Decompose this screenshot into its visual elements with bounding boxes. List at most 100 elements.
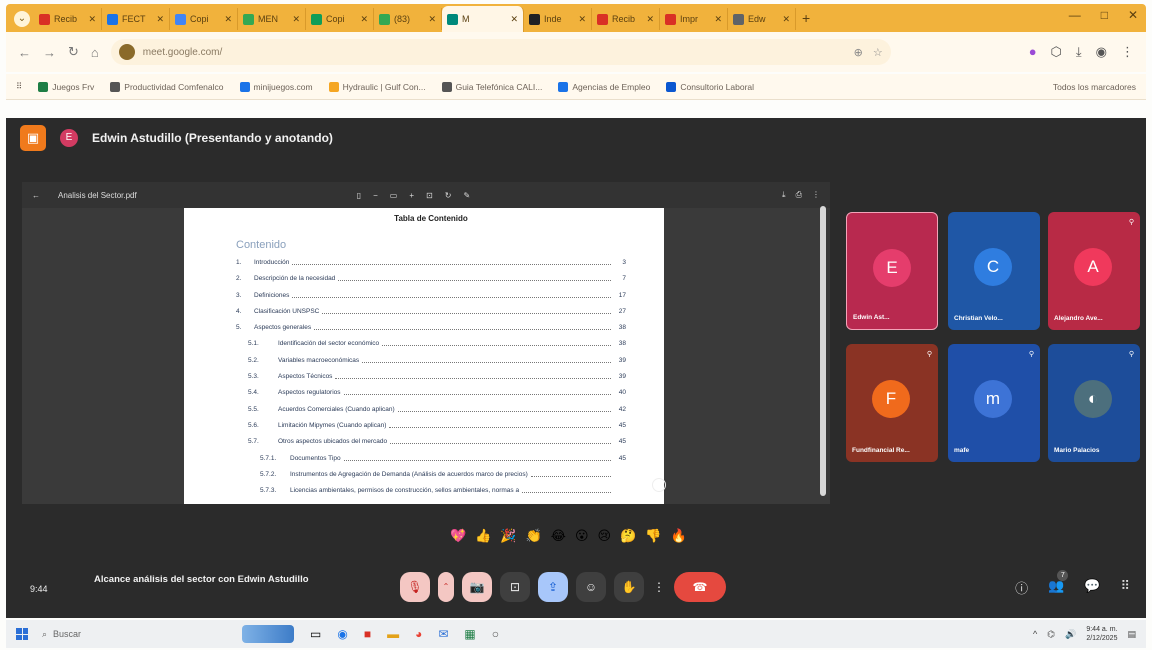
reaction-emoji[interactable]: 😂 — [551, 528, 566, 544]
bookmark-item[interactable]: Guia Telefónica CALI... — [441, 81, 542, 92]
browser-tab[interactable]: Impr ✕ — [660, 8, 728, 30]
outlook-icon[interactable]: ✉ — [438, 627, 448, 641]
reaction-emoji[interactable]: 👎 — [645, 528, 661, 544]
tab-close-icon[interactable]: ✕ — [646, 14, 654, 25]
home-icon[interactable]: ⌂ — [91, 45, 99, 60]
pdf-scrollbar[interactable] — [820, 206, 826, 496]
presentation-icon[interactable]: ▣ — [20, 125, 46, 151]
file-explorer-icon[interactable]: ▬ — [387, 627, 399, 641]
pdf-page-icon[interactable]: ▯ — [357, 191, 361, 200]
participant-tile[interactable]: ⚲ ◐ Mario Palacios — [1048, 344, 1140, 462]
bookmark-item[interactable]: Consultorio Laboral — [666, 81, 754, 92]
tab-close-icon[interactable]: ✕ — [578, 14, 586, 25]
reaction-emoji[interactable]: 🎉 — [500, 528, 516, 544]
zoom-in-icon[interactable]: + — [409, 191, 414, 200]
close-icon[interactable]: ✕ — [1128, 8, 1138, 22]
minimize-icon[interactable]: — — [1069, 8, 1081, 22]
reaction-emoji[interactable]: 💖 — [450, 528, 466, 544]
menu-icon[interactable]: ⋮ — [1121, 44, 1134, 60]
reload-icon[interactable]: ↻ — [68, 44, 79, 60]
reaction-emoji[interactable]: 👏 — [526, 528, 542, 544]
chrome-icon[interactable]: ◕ — [415, 627, 422, 641]
bookmark-item[interactable]: minijuegos.com — [239, 81, 313, 92]
new-tab-button[interactable]: + — [802, 10, 810, 26]
reaction-emoji[interactable]: 😮 — [575, 528, 589, 544]
bookmark-star-icon[interactable]: ☆ — [873, 46, 883, 59]
windows-start-icon[interactable] — [16, 628, 28, 640]
reaction-emoji[interactable]: 🔥 — [670, 528, 686, 544]
edge-icon[interactable]: ◉ — [337, 627, 347, 641]
url-text[interactable]: meet.google.com/ — [143, 47, 223, 58]
download-icon[interactable]: ⤓ — [1076, 44, 1082, 60]
tab-close-icon[interactable]: ✕ — [88, 14, 96, 25]
browser-tab[interactable]: Copi ✕ — [170, 8, 238, 30]
browser-tab[interactable]: MEN ✕ — [238, 8, 306, 30]
extensions-icon[interactable]: ⬡ — [1051, 44, 1062, 60]
present-button[interactable]: ⇪ — [538, 572, 568, 602]
pdf-more-icon[interactable]: ⋮ — [812, 190, 820, 200]
app-circle-icon[interactable]: ○ — [492, 627, 499, 641]
reaction-emoji[interactable]: 😢 — [598, 528, 612, 544]
camera-off-button[interactable]: 📷 — [462, 572, 492, 602]
excel-icon[interactable]: ▦ — [464, 627, 475, 641]
tab-close-icon[interactable]: ✕ — [714, 14, 722, 25]
chat-icon[interactable]: 💬 — [1084, 578, 1100, 597]
profile-icon[interactable]: ◉ — [1096, 44, 1107, 60]
taskbar-search[interactable]: ⌕ Buscar — [42, 629, 202, 640]
end-call-button[interactable]: ☎ — [674, 572, 726, 602]
back-icon[interactable]: ← — [18, 45, 31, 60]
participant-tile[interactable]: ⚲ F Fundfinancial Re... — [846, 344, 938, 462]
tab-close-icon[interactable]: ✕ — [292, 14, 300, 25]
reaction-emoji[interactable]: 🤔 — [620, 528, 636, 544]
tab-close-icon[interactable]: ✕ — [428, 14, 436, 25]
tab-close-icon[interactable]: ✕ — [156, 14, 164, 25]
tab-close-icon[interactable]: ✕ — [360, 14, 368, 25]
reactions-button[interactable]: ☺ — [576, 572, 606, 602]
annotate-icon[interactable]: ✎ — [463, 191, 470, 200]
extension-dot-icon[interactable]: ● — [1029, 44, 1037, 60]
pdf-download-icon[interactable]: ⤓ — [782, 190, 786, 200]
tab-close-icon[interactable]: ✕ — [510, 14, 518, 25]
browser-tab[interactable]: M ✕ — [442, 6, 524, 32]
rotate-icon[interactable]: ↻ — [445, 191, 452, 200]
maximize-icon[interactable]: □ — [1101, 8, 1108, 22]
browser-tab[interactable]: Edw ✕ — [728, 8, 796, 30]
participant-tile[interactable]: C Christian Velo... — [948, 212, 1040, 330]
tab-close-icon[interactable]: ✕ — [782, 14, 790, 25]
task-view-icon[interactable]: ▭ — [310, 627, 321, 641]
clock[interactable]: 9:44 a. m. 2/12/2025 — [1086, 625, 1117, 643]
forward-icon[interactable]: → — [43, 45, 56, 60]
all-bookmarks-link[interactable]: Todos los marcadores — [1053, 82, 1136, 92]
bookmark-item[interactable]: Hydraulic | Gulf Con... — [328, 81, 426, 92]
network-icon[interactable]: ⌬ — [1047, 629, 1055, 640]
weather-widget-icon[interactable] — [242, 625, 294, 643]
people-icon[interactable]: 👥 7 — [1048, 570, 1069, 597]
browser-tab[interactable]: (83) ✕ — [374, 8, 442, 30]
bookmark-item[interactable]: Agencias de Empleo — [558, 81, 650, 92]
participant-tile[interactable]: ⚲ A Alejandro Ave... — [1048, 212, 1140, 330]
pdf-reader-icon[interactable]: ■ — [364, 627, 371, 641]
omnibox[interactable]: meet.google.com/ ⊕ ☆ — [110, 39, 891, 65]
raise-hand-button[interactable]: ✋ — [614, 572, 644, 602]
browser-tab[interactable]: Recib ✕ — [592, 8, 660, 30]
more-options-button[interactable]: ⋮ — [652, 572, 666, 602]
site-info-icon[interactable] — [118, 44, 135, 60]
zoom-icon[interactable]: ⊕ — [854, 46, 863, 59]
tab-close-icon[interactable]: ✕ — [224, 14, 232, 25]
browser-tab[interactable]: Recib ✕ — [34, 8, 102, 30]
notifications-icon[interactable]: ▤ — [1127, 629, 1136, 640]
browser-tab[interactable]: Copi ✕ — [306, 8, 374, 30]
tray-overflow-icon[interactable]: ^ — [1033, 629, 1037, 639]
fit-page-icon[interactable]: ⊡ — [426, 191, 433, 200]
zoom-out-icon[interactable]: − — [373, 191, 378, 200]
info-icon[interactable]: ⓘ — [1015, 578, 1028, 597]
bookmark-item[interactable]: Juegos Frv — [38, 81, 94, 92]
mic-off-button[interactable]: 🎙 — [400, 572, 430, 602]
activities-icon[interactable]: ⠿ — [1120, 578, 1130, 597]
bookmark-item[interactable]: Productividad Comfenalco — [110, 81, 224, 92]
participant-tile[interactable]: E Edwin Ast... — [846, 212, 938, 330]
pdf-print-icon[interactable]: ⎙ — [796, 190, 802, 200]
mic-options-caret[interactable]: ⌃ — [438, 572, 454, 602]
pdf-back-icon[interactable]: ← — [32, 191, 40, 200]
browser-tab[interactable]: FECT ✕ — [102, 8, 170, 30]
